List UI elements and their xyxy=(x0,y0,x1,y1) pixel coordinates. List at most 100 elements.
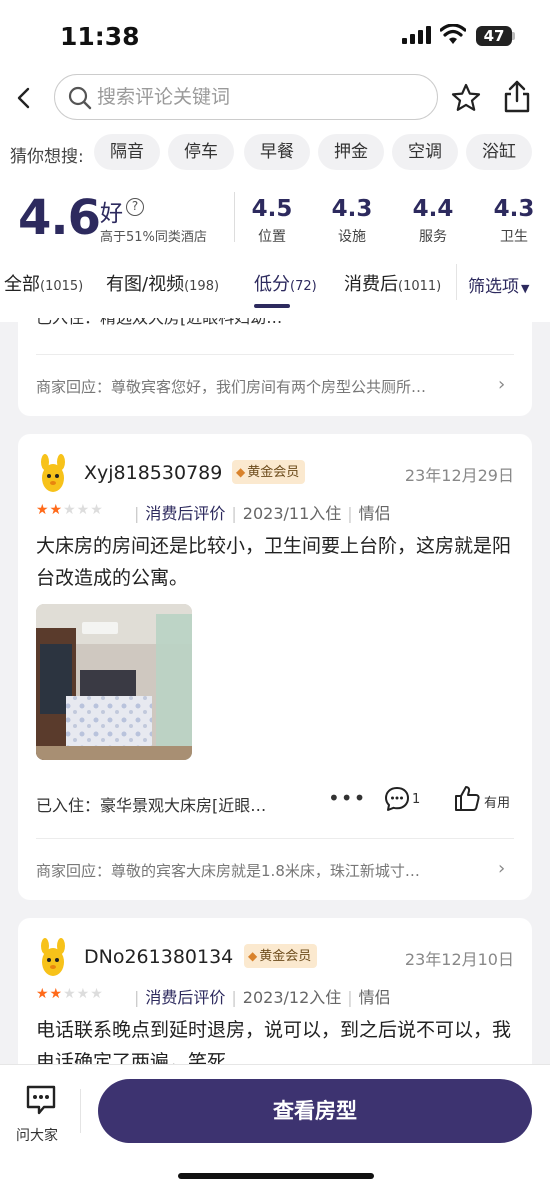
review-tag: 消费后评价 xyxy=(145,988,226,1007)
username[interactable]: Xyj818530789 xyxy=(84,462,222,484)
review-card: Xyj818530789 ◆ 黄金会员 23年12月29日 ★★★★★ | 消费后评… xyxy=(18,434,532,900)
score-word: 好 xyxy=(100,201,123,227)
tab-after-stay[interactable]: 消费后(1011) xyxy=(344,270,441,296)
tab-count: (1015) xyxy=(40,279,84,294)
search-icon xyxy=(68,86,92,110)
tab-count: (198) xyxy=(184,279,220,294)
comment-count: 1 xyxy=(412,792,421,807)
review-photo[interactable] xyxy=(36,604,192,760)
wifi-icon xyxy=(440,24,466,44)
star-rating: ★★★★★ xyxy=(36,986,104,1002)
back-arrow-icon[interactable] xyxy=(10,84,38,112)
review-date: 23年12月10日 xyxy=(404,950,514,969)
bottom-bar: 问大家 查看房型 xyxy=(0,1064,550,1190)
review-tag: 消费后评价 xyxy=(145,504,226,523)
sub-score-hygiene: 4.3 卫生 xyxy=(484,196,544,246)
suggest-chip[interactable]: 押金 xyxy=(318,134,384,170)
sub-score-name: 位置 xyxy=(258,229,286,245)
view-rooms-button[interactable]: 查看房型 xyxy=(98,1079,532,1143)
review-text: 大床房的房间还是比较小，卫生间要上台阶，这房就是阳台改造成的公寓。 xyxy=(36,535,512,589)
stay-room[interactable]: 已入住：豪华景观大床房[近眼… xyxy=(36,792,266,816)
tab-low-score[interactable]: 低分(72) xyxy=(254,270,317,296)
sub-score-location: 4.5 位置 xyxy=(242,196,302,246)
chevron-right-icon: › xyxy=(498,374,506,395)
comment-icon[interactable] xyxy=(384,786,410,812)
status-bar: 11:38 47 xyxy=(0,0,550,70)
tab-label: 消费后 xyxy=(344,274,398,295)
review-meta: | 消费后评价 | 2023/12入住 | 情侣 xyxy=(134,988,391,1007)
sub-score-facilities: 4.3 设施 xyxy=(322,196,382,246)
tab-all[interactable]: 全部(1015) xyxy=(4,270,83,296)
tab-label: 有图/视频 xyxy=(106,274,185,295)
favorite-star-icon[interactable] xyxy=(450,82,482,114)
username[interactable]: DNo261380134 xyxy=(84,946,233,968)
sub-score-value: 4.3 xyxy=(331,196,373,222)
card-divider xyxy=(36,354,514,355)
review-list[interactable]: 已入住：精选双大房[近眼科妇幼… 商家回应：尊敬宾客您好，我们房间有两个房型公共… xyxy=(0,318,550,1064)
ask-label[interactable]: 问大家 xyxy=(16,1125,58,1145)
rating-divider xyxy=(234,192,235,242)
battery-tip xyxy=(512,32,515,40)
suggest-chip[interactable]: 浴缸 xyxy=(466,134,532,170)
search-input[interactable] xyxy=(97,83,417,111)
review-text: 电话联系晚点到延时退房，说可以，到之后说不可以，我电话确定了两遍，笑死 xyxy=(36,1019,512,1064)
member-badge: ◆ 黄金会员 xyxy=(232,460,306,484)
sub-score-value: 4.4 xyxy=(412,196,454,222)
cellular-signal-icon xyxy=(402,26,431,44)
user-avatar[interactable] xyxy=(36,454,70,494)
review-meta: | 消费后评价 | 2023/11入住 | 情侣 xyxy=(134,504,391,523)
merchant-reply-text: 商家回应：尊敬宾客您好，我们房间有两个房型公共厕所… xyxy=(36,378,427,396)
suggested-label: 猜你想搜: xyxy=(10,147,84,167)
trip-type: 情侣 xyxy=(358,988,391,1007)
search-bar[interactable] xyxy=(54,74,438,120)
tab-label: 全部 xyxy=(4,274,40,295)
badge-label: 黄金会员 xyxy=(247,465,300,480)
filter-button[interactable]: 筛选项 ▼ xyxy=(468,272,529,297)
badge-label: 黄金会员 xyxy=(259,949,312,964)
stay-month: 2023/11入住 xyxy=(242,504,342,523)
thumbs-up-icon[interactable] xyxy=(454,784,480,812)
review-date: 23年12月29日 xyxy=(404,466,514,485)
star-rating: ★★★★★ xyxy=(36,502,104,518)
merchant-reply-text: 商家回应：尊敬的宾客大床房就是1.8米床，珠江新城寸… xyxy=(36,862,420,880)
stay-room: 已入住：精选双大房[近眼科妇幼… xyxy=(36,318,282,328)
gem-icon: ◆ xyxy=(248,949,258,963)
status-time: 11:38 xyxy=(60,22,140,51)
sub-score-value: 4.3 xyxy=(493,196,535,222)
active-tab-indicator xyxy=(254,304,290,308)
score-comparison: 高于51%同类酒店 xyxy=(100,230,207,245)
review-card: DNo261380134 ◆ 黄金会员 23年12月10日 ★★★★★ | 消费后评… xyxy=(18,918,532,1064)
home-indicator xyxy=(178,1173,374,1179)
filter-divider xyxy=(456,264,457,300)
sub-score-service: 4.4 服务 xyxy=(403,196,463,246)
suggest-chip[interactable]: 空调 xyxy=(392,134,458,170)
bottom-divider xyxy=(80,1089,81,1133)
sub-score-name: 卫生 xyxy=(500,229,528,245)
share-icon[interactable] xyxy=(502,80,532,114)
tab-count: (72) xyxy=(290,279,317,294)
tab-photo-video[interactable]: 有图/视频(198) xyxy=(106,270,219,296)
tab-count: (1011) xyxy=(398,279,442,294)
suggest-chip[interactable]: 停车 xyxy=(168,134,234,170)
room-photo-image xyxy=(36,604,192,760)
chevron-right-icon: › xyxy=(498,858,506,879)
more-options-icon[interactable]: ••• xyxy=(328,786,366,810)
suggest-chip[interactable]: 隔音 xyxy=(94,134,160,170)
help-question-icon[interactable]: ? xyxy=(126,198,144,216)
gem-icon: ◆ xyxy=(236,465,246,479)
tab-label: 低分 xyxy=(254,274,290,295)
filter-label: 筛选项 xyxy=(468,277,519,297)
overall-score: 4.6 xyxy=(18,190,101,246)
stay-month: 2023/12入住 xyxy=(242,988,342,1007)
suggested-searches: 猜你想搜: 隔音 停车 早餐 押金 空调 浴缸 xyxy=(0,134,550,170)
useful-label: 有用 xyxy=(484,796,511,811)
card-divider xyxy=(36,838,514,839)
merchant-reply[interactable]: 商家回应：尊敬的宾客大床房就是1.8米床，珠江新城寸… › xyxy=(36,858,505,881)
member-badge: ◆ 黄金会员 xyxy=(244,944,318,968)
user-avatar[interactable] xyxy=(36,938,70,978)
merchant-reply[interactable]: 商家回应：尊敬宾客您好，我们房间有两个房型公共厕所… › xyxy=(36,374,505,397)
sub-score-value: 4.5 xyxy=(251,196,293,222)
suggest-chip[interactable]: 早餐 xyxy=(244,134,310,170)
ask-chat-icon[interactable] xyxy=(24,1083,58,1117)
sub-score-name: 设施 xyxy=(338,229,366,245)
